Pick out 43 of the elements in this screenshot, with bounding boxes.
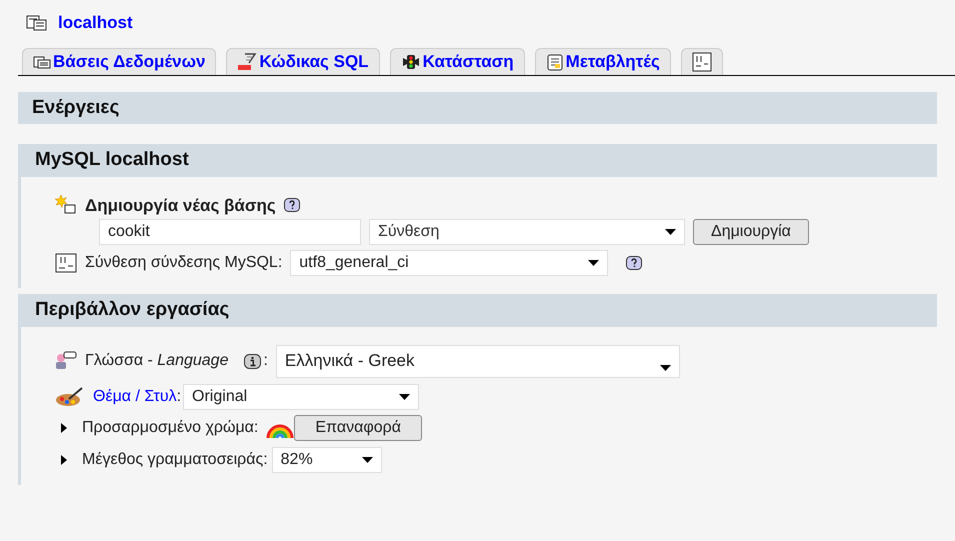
section-header: Ενέργειες bbox=[18, 92, 937, 124]
font-size-label: Μέγεθος γραμματοσειράς: bbox=[82, 450, 268, 470]
palette-icon bbox=[55, 386, 85, 406]
connection-collation-select[interactable]: utf8_general_ci bbox=[290, 250, 608, 276]
charset-icon bbox=[692, 52, 712, 72]
tab[interactable]: Κώδικας SQL bbox=[226, 48, 380, 74]
help-icon[interactable] bbox=[626, 256, 642, 270]
collation-select[interactable]: Σύνθεση bbox=[369, 219, 685, 245]
font-size-select[interactable]: 82% bbox=[272, 446, 382, 472]
connection-collation-label: Σύνθεση σύνδεσης MySQL: bbox=[85, 253, 282, 273]
traffic-light-icon bbox=[400, 54, 421, 70]
dropdown-caret-icon bbox=[660, 364, 671, 370]
notepad-icon bbox=[546, 52, 564, 70]
dropdown-caret-icon bbox=[362, 456, 373, 462]
charset-icon bbox=[55, 253, 77, 273]
colon-text: : bbox=[263, 351, 268, 371]
info-icon[interactable] bbox=[244, 354, 262, 368]
sql-query-icon bbox=[237, 52, 258, 70]
section-header: Περιβάλλον εργασίας bbox=[21, 294, 937, 326]
create-database-label: Δημιουργία νέας βάσης bbox=[85, 194, 276, 216]
reset-button[interactable]: Επαναφορά bbox=[294, 414, 422, 440]
tab[interactable]: Βάσεις Δεδομένων bbox=[22, 48, 216, 74]
dropdown-caret-icon bbox=[665, 229, 676, 235]
dropdown-caret-icon bbox=[588, 260, 600, 266]
tab[interactable]: Μεταβλητές bbox=[534, 48, 671, 74]
create-button[interactable]: Δημιουργία bbox=[693, 219, 809, 245]
section-header: MySQL localhost bbox=[21, 144, 937, 176]
theme-select[interactable]: Original bbox=[183, 384, 420, 410]
language-select[interactable]: Ελληνικά - Greek bbox=[276, 344, 680, 378]
dropdown-caret-icon bbox=[399, 394, 410, 400]
collapsed-triangle-icon[interactable] bbox=[60, 454, 68, 464]
language-label: Γλώσσα - Language bbox=[85, 351, 228, 371]
help-icon[interactable] bbox=[284, 198, 300, 212]
collapsed-triangle-icon[interactable] bbox=[60, 422, 68, 432]
theme-link[interactable]: Θέμα / Στυλ: bbox=[93, 384, 182, 408]
server-icon bbox=[26, 14, 48, 32]
tab[interactable]: Κατάσταση bbox=[390, 48, 525, 74]
user-speech-icon bbox=[55, 351, 77, 371]
new-database-icon bbox=[55, 195, 77, 216]
server-link[interactable]: localhost bbox=[58, 10, 133, 36]
database-icon bbox=[33, 54, 51, 70]
custom-color-label: Προσαρμοσμένο χρώμα: bbox=[82, 418, 258, 438]
database-name-input[interactable]: cookit bbox=[99, 219, 361, 245]
